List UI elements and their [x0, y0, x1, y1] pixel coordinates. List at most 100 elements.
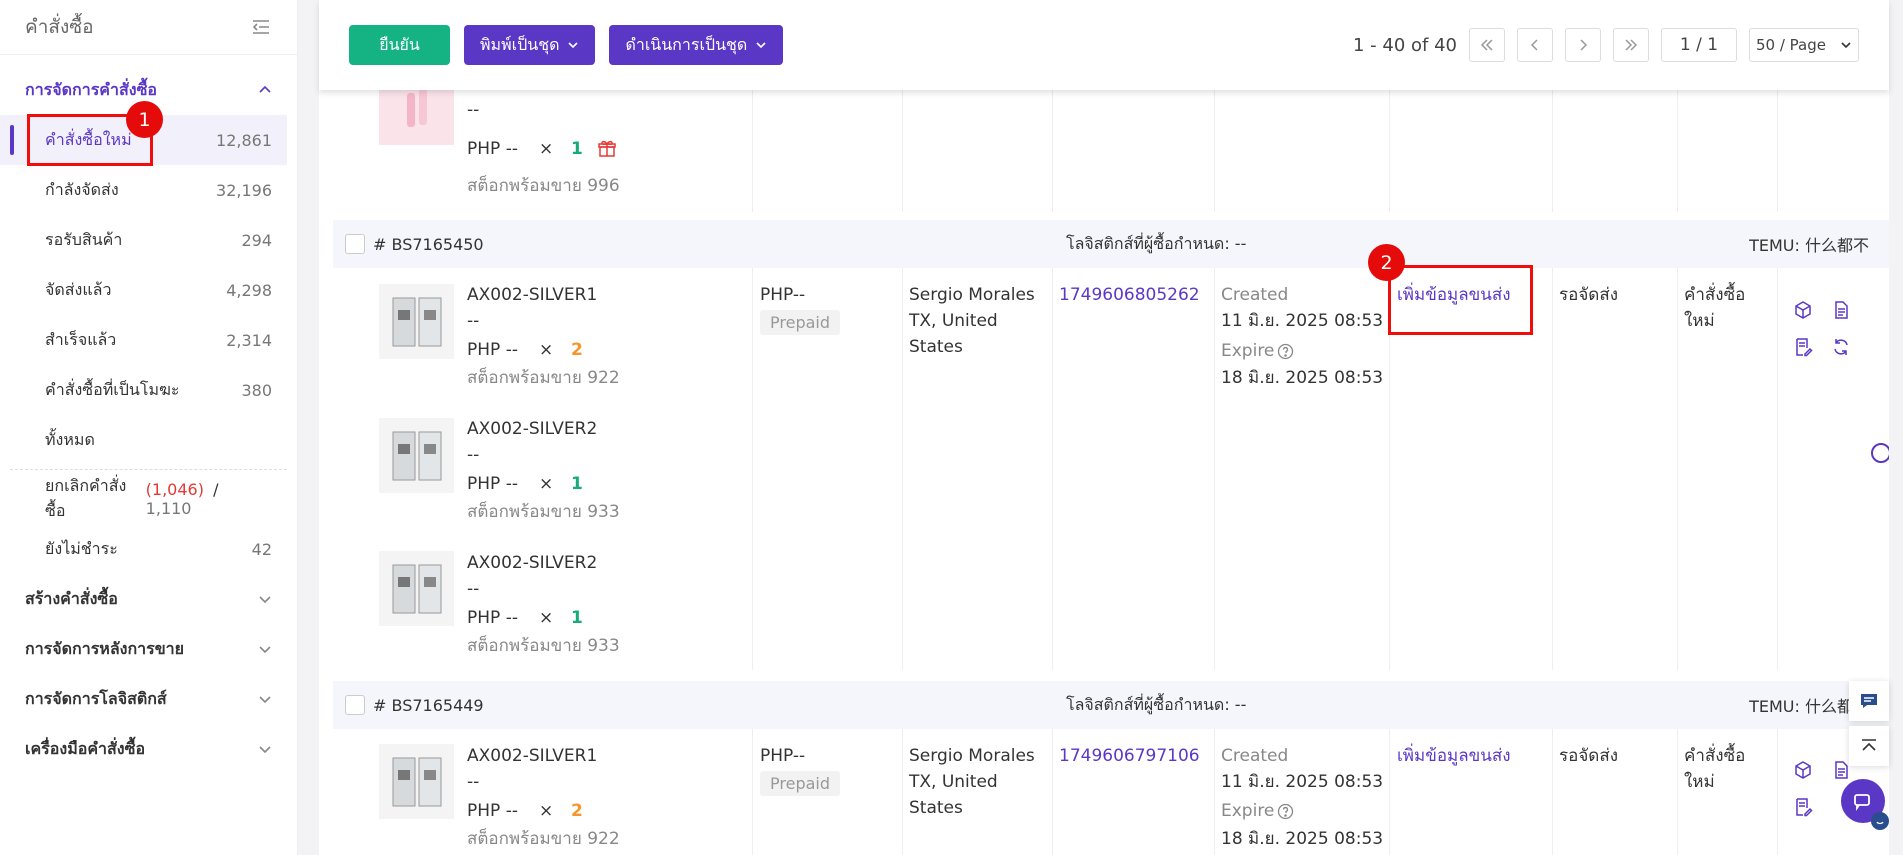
- back-to-top-float[interactable]: [1849, 726, 1889, 766]
- order-type-line1: คำสั่งซื้อ: [1684, 746, 1746, 766]
- sidebar-item-awaiting-pickup[interactable]: รอรับสินค้า 294: [0, 215, 297, 265]
- sidebar-item-shipped[interactable]: จัดส่งแล้ว 4,298: [0, 265, 297, 315]
- column-divider: [752, 90, 753, 212]
- times-sign: ×: [539, 801, 554, 821]
- product-quantity: 2: [571, 801, 583, 821]
- order-checkbox[interactable]: [345, 695, 365, 715]
- product-stock: สต็อกพร้อมขาย 996: [467, 176, 620, 196]
- column-divider: [1777, 90, 1778, 212]
- product-sku[interactable]: AX002-SILVER2: [467, 550, 597, 576]
- order-type-line1: คำสั่งซื้อ: [1684, 285, 1746, 305]
- product-stock: สต็อกพร้อมขาย 933: [467, 502, 620, 522]
- sidebar-item-count: 42: [251, 539, 272, 559]
- chat-icon: [1854, 794, 1870, 811]
- column-divider: [1552, 729, 1553, 855]
- feedback-float[interactable]: [1849, 681, 1889, 721]
- help-icon[interactable]: [1277, 343, 1294, 360]
- column-divider: [1777, 268, 1778, 670]
- buyer-logistics: โลจิสติกส์ที่ผู้ซื้อกำหนด: --: [1066, 233, 1247, 253]
- next-page-button[interactable]: [1565, 28, 1601, 62]
- collapse-menu-icon[interactable]: [250, 16, 272, 38]
- product-variant: --: [467, 311, 480, 331]
- package-icon[interactable]: [1793, 760, 1813, 780]
- product-price: PHP --: [467, 801, 518, 821]
- sidebar-item-label: กำลังจัดส่ง: [45, 179, 119, 199]
- page-input[interactable]: 1 / 1: [1661, 28, 1737, 62]
- payment-amount: PHP--: [760, 285, 806, 305]
- feedback-icon: [1861, 694, 1877, 708]
- chevron-up-icon: [259, 85, 271, 93]
- created-label: Created: [1221, 746, 1289, 766]
- document-icon[interactable]: [1831, 300, 1851, 320]
- product-sku[interactable]: AX002-SILVER2: [467, 416, 597, 442]
- order-status: รอจัดส่ง: [1559, 285, 1619, 305]
- buyer-region: TX, United: [909, 772, 998, 792]
- group-order-tools[interactable]: เครื่องมือคำสั่งซื้อ: [0, 724, 297, 774]
- product-stock: สต็อกพร้อมขาย 922: [467, 368, 620, 388]
- chevron-down-icon: [259, 646, 271, 654]
- prev-page-button[interactable]: [1517, 28, 1553, 62]
- first-page-button[interactable]: [1469, 28, 1505, 62]
- order-id[interactable]: # BS7165449: [373, 696, 484, 715]
- product-variant: --: [467, 445, 480, 465]
- tracking-number[interactable]: 1749606805262: [1059, 282, 1200, 308]
- order-checkbox[interactable]: [345, 234, 365, 254]
- note-edit-icon[interactable]: [1793, 337, 1813, 357]
- expire-label: Expire: [1221, 341, 1275, 361]
- product-image: [379, 744, 454, 819]
- sidebar-item-all[interactable]: ทั้งหมด: [0, 415, 297, 465]
- smile-badge[interactable]: [1871, 812, 1889, 830]
- sidebar-item-label: รอรับสินค้า: [45, 229, 123, 249]
- confirm-button[interactable]: ยืนยัน: [349, 25, 450, 65]
- sidebar-item-completed[interactable]: สำเร็จแล้ว 2,314: [0, 315, 297, 365]
- note-edit-icon[interactable]: [1793, 797, 1813, 817]
- group-create-order[interactable]: สร้างคำสั่งซื้อ: [0, 574, 297, 624]
- batch-operation-button[interactable]: ดำเนินการเป็นชุด: [609, 25, 784, 65]
- column-divider: [1389, 90, 1390, 212]
- tracking-number[interactable]: 1749606797106: [1059, 743, 1200, 769]
- buyer-country: States: [909, 798, 963, 818]
- batch-operation-label: ดำเนินการเป็นชุด: [625, 34, 748, 54]
- main-area: -- PHP -- × 1 สต็อกพร้อมขาย 996 # BS7165…: [319, 0, 1889, 855]
- product-sku[interactable]: AX002-SILVER1: [467, 282, 597, 308]
- column-divider: [1552, 268, 1553, 670]
- highlight-box-add-shipping: [1388, 265, 1533, 335]
- sidebar-item-cancelled[interactable]: ยกเลิกคำสั่งซื้อ (1,046) / 1,110: [0, 474, 297, 524]
- page-size-value: 50 / Page: [1756, 36, 1826, 54]
- sidebar-item-unpaid[interactable]: ยังไม่ชำระ 42: [0, 524, 297, 574]
- search-icon[interactable]: [1869, 441, 1889, 465]
- order-id[interactable]: # BS7165450: [373, 235, 484, 254]
- page-size-select[interactable]: 50 / Page: [1749, 28, 1859, 62]
- product-variant: --: [467, 100, 480, 120]
- sidebar-divider: [10, 469, 287, 470]
- sidebar-item-label: จัดส่งแล้ว: [45, 279, 112, 299]
- double-chevron-right-icon: [1625, 39, 1638, 51]
- column-divider: [1677, 90, 1678, 212]
- sidebar-item-shipping[interactable]: กำลังจัดส่ง 32,196: [0, 165, 297, 215]
- help-icon[interactable]: [1277, 803, 1294, 820]
- sidebar-item-count: (1,046) / 1,110: [146, 480, 272, 518]
- column-divider: [1777, 729, 1778, 855]
- group-logistics[interactable]: การจัดการโลจิสติกส์: [0, 674, 297, 724]
- payment-tag: Prepaid: [760, 771, 840, 796]
- gift-icon[interactable]: [597, 139, 617, 159]
- buyer-logistics: โลจิสติกส์ที่ผู้ซื้อกำหนด: --: [1066, 694, 1247, 714]
- product-quantity: 2: [571, 340, 583, 360]
- sidebar-item-count: 380: [241, 380, 272, 400]
- column-divider: [1552, 90, 1553, 212]
- column-divider: [1052, 90, 1053, 212]
- print-batch-button[interactable]: พิมพ์เป็นชุด: [464, 25, 596, 65]
- product-sku[interactable]: AX002-SILVER1: [467, 743, 597, 769]
- times-sign: ×: [539, 139, 554, 159]
- document-icon[interactable]: [1831, 760, 1851, 780]
- column-divider: [1677, 729, 1678, 855]
- pagination: 1 - 40 of 40 1 / 1 50 / Page: [1353, 28, 1859, 62]
- last-page-button[interactable]: [1613, 28, 1649, 62]
- sidebar-item-label: คำสั่งซื้อที่เป็นโมฆะ: [45, 379, 180, 399]
- refresh-icon[interactable]: [1831, 337, 1851, 357]
- package-icon[interactable]: [1793, 300, 1813, 320]
- add-shipping-info-link[interactable]: เพิ่มข้อมูลขนส่ง: [1397, 743, 1511, 769]
- group-after-sales[interactable]: การจัดการหลังการขาย: [0, 624, 297, 674]
- times-sign: ×: [539, 474, 554, 494]
- sidebar-item-void[interactable]: คำสั่งซื้อที่เป็นโมฆะ 380: [0, 365, 297, 415]
